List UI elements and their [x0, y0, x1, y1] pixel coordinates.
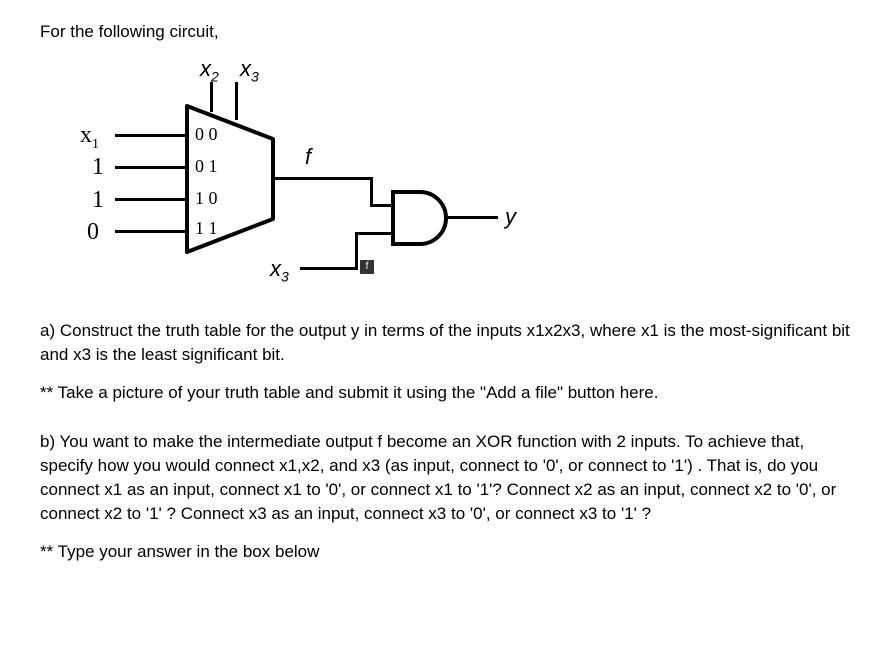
label-x3-bottom: x3 — [270, 254, 289, 287]
label-input-0: 0 — [87, 216, 99, 250]
mux-port-01: 0 1 — [195, 154, 218, 179]
mux-port-11: 1 1 — [195, 216, 218, 241]
instruction-b: ** Type your answer in the box below — [40, 540, 851, 564]
wire-f — [273, 177, 373, 180]
question-b-block: b) You want to make the intermediate out… — [40, 430, 851, 525]
mux-port-10: 1 0 — [195, 186, 218, 211]
wire-y — [448, 216, 498, 219]
wire-x3-h — [300, 267, 355, 270]
label-x1: x1 — [80, 119, 99, 154]
wire-in-3 — [115, 230, 185, 233]
small-f-box: f — [360, 260, 374, 274]
wire-in-1 — [115, 166, 185, 169]
label-y: y — [505, 202, 516, 233]
mux-port-00: 0 0 — [195, 122, 218, 147]
instruction-a: ** Take a picture of your truth table an… — [40, 381, 851, 405]
label-f: f — [305, 142, 311, 173]
label-input-1b: 1 — [92, 184, 104, 218]
question-a-block: a) Construct the truth table for the out… — [40, 319, 851, 367]
and-gate — [390, 189, 450, 247]
question-a-text: a) Construct the truth table for the out… — [40, 319, 851, 367]
label-x3-top: x3 — [240, 54, 259, 87]
wire-x3-to-and — [355, 232, 395, 235]
wire-x3-v — [355, 232, 358, 270]
circuit-diagram: x2 x3 0 0 0 1 1 0 1 1 x1 1 1 0 f x3 f — [70, 54, 540, 304]
wire-in-0 — [115, 134, 185, 137]
label-input-1a: 1 — [92, 151, 104, 185]
mux-body: 0 0 0 1 1 0 1 1 — [185, 104, 275, 254]
wire-f-down — [370, 177, 373, 207]
intro-text: For the following circuit, — [40, 20, 851, 44]
wire-in-2 — [115, 198, 185, 201]
question-b-text: b) You want to make the intermediate out… — [40, 430, 851, 525]
